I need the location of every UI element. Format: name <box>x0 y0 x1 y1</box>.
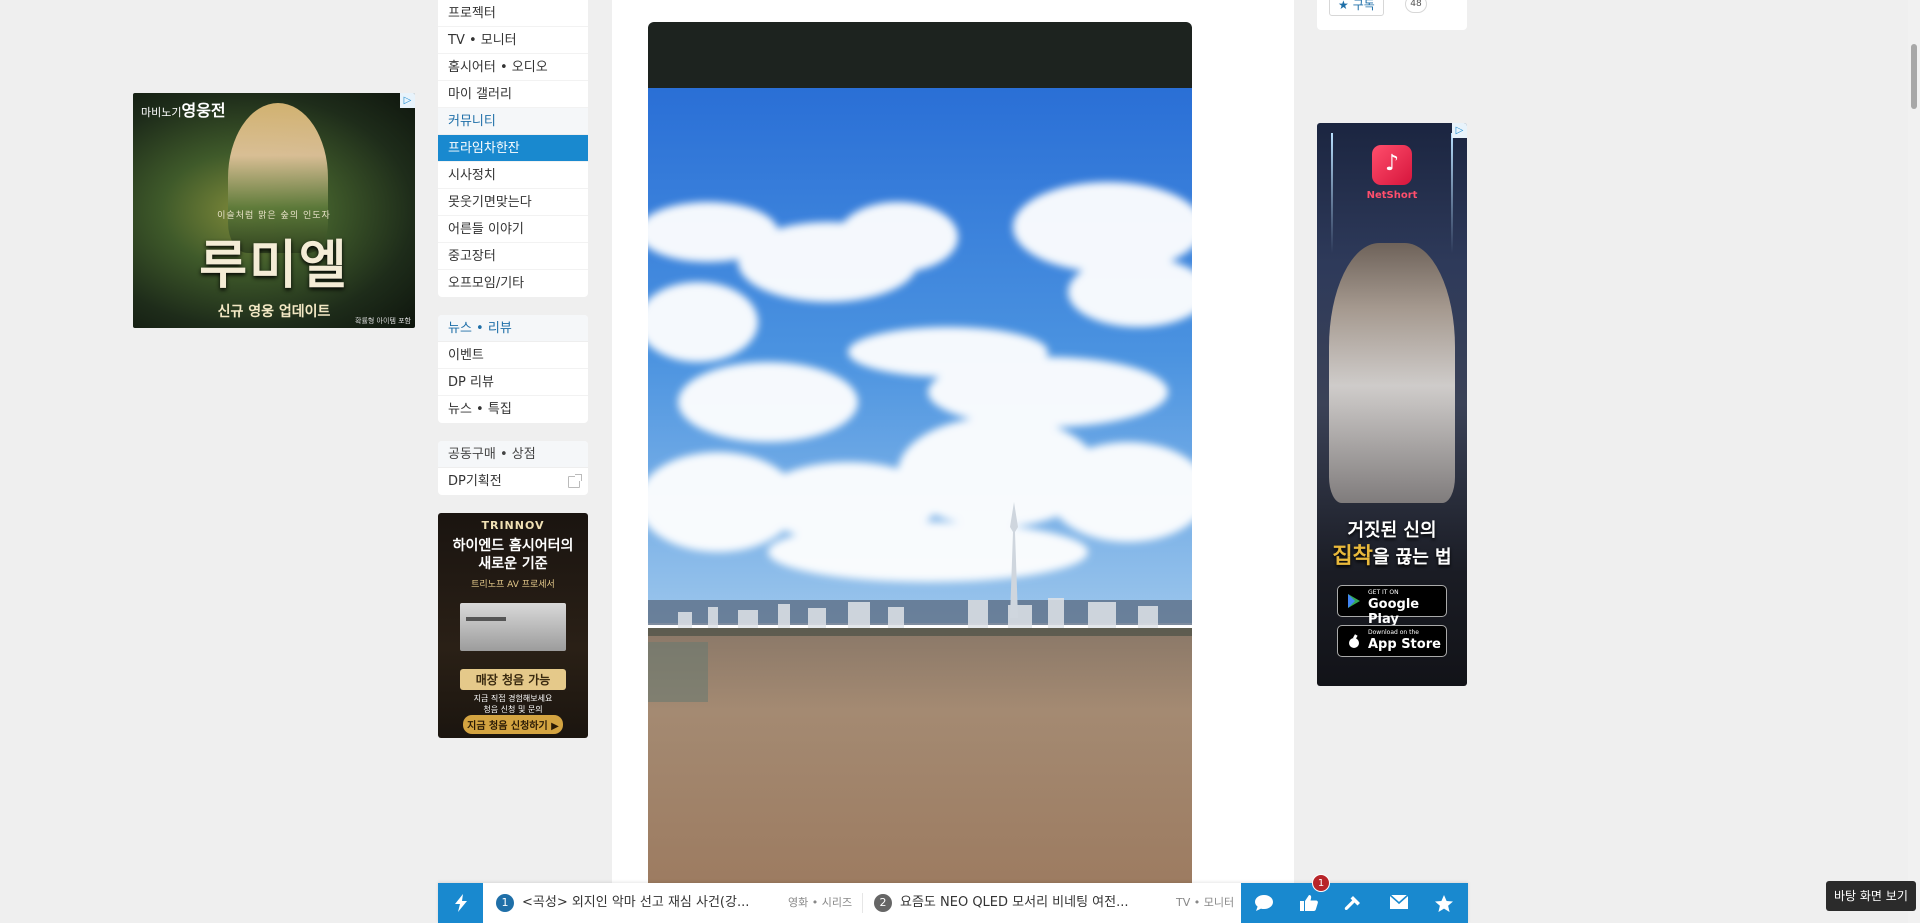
sidebar-item-adult-talk[interactable]: 어른들 이야기 <box>438 216 588 243</box>
divider <box>862 893 863 913</box>
comments-button[interactable] <box>1241 883 1286 923</box>
sidebar-item-dp-review[interactable]: DP 리뷰 <box>438 369 588 396</box>
action-buttons: 1 <box>1241 874 1468 923</box>
ad-product: 트리노프 AV 프로세서 <box>471 580 555 590</box>
google-play-icon <box>1348 594 1360 608</box>
subscribe-panel: ★ 구독 48 <box>1317 0 1467 30</box>
external-link-icon <box>568 474 582 488</box>
page-scrollbar[interactable] <box>1908 0 1920 923</box>
favorites-button[interactable] <box>1421 883 1466 923</box>
ad-subtitle: 이슬처럼 맑은 숲의 인도자 <box>217 211 331 221</box>
ticker-title: 요즘도 NEO QLED 모서리 비네팅 여전... <box>900 895 1129 910</box>
sidebar-item-news-feature[interactable]: 뉴스 • 특집 <box>438 396 588 423</box>
post-photo[interactable] <box>648 22 1192 902</box>
sidebar-item-tv-monitor[interactable]: TV • 모니터 <box>438 27 588 54</box>
ticker-title: <곡성> 외지인 악마 선고 재심 사건(강... <box>522 895 750 910</box>
quick-menu-button[interactable] <box>438 883 483 923</box>
sidebar-item-label: DP기획전 <box>448 474 502 489</box>
mail-button[interactable] <box>1376 883 1421 923</box>
menu-group-news: 뉴스 • 리뷰 이벤트 DP 리뷰 뉴스 • 특집 <box>438 315 588 423</box>
sidebar-item-humor[interactable]: 못웃기면맞는다 <box>438 189 588 216</box>
sidebar-item-home-theater[interactable]: 홈시어터 • 오디오 <box>438 54 588 81</box>
left-banner-ad[interactable]: 마비노기영웅전 ▷ 이슬처럼 맑은 숲의 인도자 루미엘 신규 영웅 업데이트 … <box>133 93 415 328</box>
ad-desc: 지금 직접 경험해보세요 청음 신청 및 문의 <box>473 694 553 714</box>
star-icon: ★ <box>1338 0 1349 12</box>
thumbs-up-icon <box>1300 895 1318 911</box>
sidebar-item-my-gallery[interactable]: 마이 갤러리 <box>438 81 588 108</box>
subscribe-label: 구독 <box>1352 0 1375 12</box>
ad-note: 확률형 아이템 포함 <box>355 317 411 325</box>
sidebar-item-dp-exhibition[interactable]: DP기획전 <box>438 468 588 495</box>
subscriber-count: 48 <box>1405 0 1427 13</box>
ticker-item-2[interactable]: 2 요즘도 NEO QLED 모서리 비네팅 여전... <box>874 883 1134 923</box>
ticker-rank: 2 <box>874 893 892 912</box>
bolt-icon <box>455 894 467 912</box>
netshort-logo-icon <box>1372 145 1412 185</box>
sidebar-item-event[interactable]: 이벤트 <box>438 342 588 369</box>
menu-head-shop[interactable]: 공동구매 • 상점 <box>438 441 588 468</box>
tools-button[interactable] <box>1331 883 1376 923</box>
ad-app-name: NetShort <box>1366 190 1418 201</box>
menu-group-shop: 공동구매 • 상점 DP기획전 <box>438 441 588 495</box>
river-skyline-photo <box>648 22 1192 902</box>
ad-headline: 하이엔드 홈시어터의 새로운 기준 <box>452 538 574 572</box>
like-button[interactable]: 1 <box>1286 874 1331 923</box>
notification-badge: 1 <box>1312 874 1330 892</box>
ad-cta-button[interactable]: 지금 청음 신청하기 ▶ <box>463 715 563 734</box>
ad-badge: 매장 청음 가능 <box>460 669 566 690</box>
ad-logo: TRINNOV <box>481 519 545 532</box>
menu-head-news[interactable]: 뉴스 • 리뷰 <box>438 315 588 342</box>
app-store-button[interactable]: Download on the App Store <box>1337 625 1447 657</box>
subscribe-button[interactable]: ★ 구독 <box>1329 0 1384 16</box>
ad-characters-image <box>1329 243 1455 503</box>
chat-icon <box>1255 895 1273 911</box>
ad-title: 루미엘 <box>199 235 349 296</box>
sidebar-banner-ad[interactable]: TRINNOV 하이엔드 홈시어터의 새로운 기준 트리노프 AV 프로세서 매장… <box>438 513 588 738</box>
bottom-quick-bar: 1 <곡성> 외지인 악마 선고 재심 사건(강... 영화 • 시리즈 2 요즘도… <box>438 874 1468 923</box>
ticker-rank: 1 <box>496 893 514 912</box>
ad-brand: 마비노기영웅전 <box>141 101 226 120</box>
show-desktop-tooltip: 바탕 화면 보기 <box>1826 881 1916 911</box>
star-icon <box>1435 895 1453 912</box>
ad-choices-icon[interactable]: ▷ <box>1452 123 1467 138</box>
ticker-category: TV • 모니터 <box>1176 896 1235 909</box>
post-content <box>612 0 1294 923</box>
sidebar-item-politics[interactable]: 시사정치 <box>438 162 588 189</box>
ad-device-image <box>460 603 566 651</box>
google-play-button[interactable]: GET IT ON Google Play <box>1337 585 1447 627</box>
sidebar-item-projector[interactable]: 프로젝터 <box>438 0 588 27</box>
sidebar-item-prime-tea[interactable]: 프라임차한잔 <box>438 135 588 162</box>
sidebar-item-offline[interactable]: 오프모임/기타 <box>438 270 588 297</box>
ad-choices-icon[interactable]: ▷ <box>400 93 415 108</box>
ticker-item-1[interactable]: 1 <곡성> 외지인 악마 선고 재심 사건(강... <box>496 883 756 923</box>
apple-icon <box>1349 634 1359 648</box>
sidebar-nav: 프로젝터 TV • 모니터 홈시어터 • 오디오 마이 갤러리 커뮤니티 프라임… <box>438 0 588 738</box>
mail-icon <box>1389 894 1409 909</box>
scrollbar-thumb[interactable] <box>1911 44 1917 109</box>
ticker-category: 영화 • 시리즈 <box>788 896 853 909</box>
hammer-icon <box>1344 896 1360 911</box>
right-banner-ad[interactable]: NetShort ▷ 거짓된 신의 집착을 끊는 법 GET IT ON Goo… <box>1317 123 1467 686</box>
ad-title: 거짓된 신의 집착을 끊는 법 <box>1332 520 1452 569</box>
menu-head-community[interactable]: 커뮤니티 <box>438 108 588 135</box>
sidebar-item-market[interactable]: 중고장터 <box>438 243 588 270</box>
menu-group-av: 프로젝터 TV • 모니터 홈시어터 • 오디오 마이 갤러리 커뮤니티 프라임… <box>438 0 588 297</box>
